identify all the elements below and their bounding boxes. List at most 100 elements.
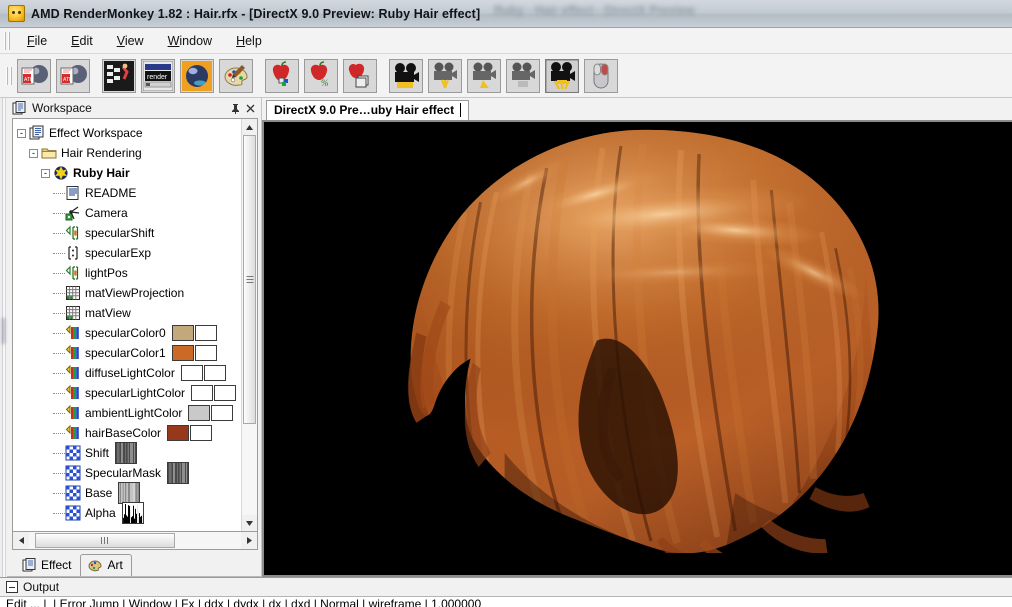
tree-horizontal-scrollbar[interactable]: [12, 532, 258, 550]
color-swatch-alt[interactable]: [203, 365, 226, 381]
color-icon: [65, 325, 79, 339]
matrix-icon: [66, 286, 80, 300]
art-tab-icon: [88, 560, 102, 571]
close-panel-icon[interactable]: [243, 101, 258, 116]
copy-variable-button[interactable]: [343, 58, 377, 93]
camera-zoom-button[interactable]: [506, 58, 540, 93]
add-variable-button[interactable]: [265, 58, 299, 93]
edit-variable-button[interactable]: %: [304, 58, 338, 93]
color-swatch-alt[interactable]: [211, 405, 234, 421]
tree-node-base[interactable]: Base: [17, 482, 241, 504]
auto-hide-pin-icon[interactable]: [228, 101, 243, 116]
effect-tree-button[interactable]: [102, 58, 136, 93]
workspace-tree[interactable]: - Effect Workspace - Hair Rendering - Ruby…: [13, 119, 241, 531]
tree-node-effect-workspace[interactable]: - Effect Workspace: [17, 123, 241, 143]
tree-node-camera[interactable]: Camera: [17, 203, 241, 223]
output-log[interactable]: Edit ... |_| Error Jump | Window | Fx | …: [0, 596, 1012, 607]
tree-vertical-scrollbar[interactable]: [241, 119, 257, 531]
tree-node-label: Alpha: [85, 506, 116, 520]
new-effect-workspace-button[interactable]: ATI: [17, 58, 51, 93]
color-swatch[interactable]: [180, 365, 203, 381]
texture-icon: [65, 445, 81, 461]
mouse-mode-button[interactable]: [584, 58, 618, 93]
tree-node-shift[interactable]: Shift: [17, 442, 241, 464]
color-swatch-alt[interactable]: [194, 325, 217, 341]
open-effect-workspace-button[interactable]: ATI: [56, 58, 90, 93]
readme-icon: [66, 186, 79, 200]
camera-pan-button[interactable]: [467, 58, 501, 93]
color-swatch-alt[interactable]: [190, 425, 213, 441]
tab-art-label: Art: [107, 558, 123, 572]
color-swatch[interactable]: [191, 385, 214, 401]
scroll-up-arrow[interactable]: [242, 119, 257, 135]
tree-node-specularmask[interactable]: SpecularMask: [17, 462, 241, 484]
menu-help[interactable]: Help: [224, 30, 274, 52]
shaded-sphere-button[interactable]: [180, 58, 214, 93]
tree-node-specularcolor1[interactable]: specularColor1: [17, 343, 241, 363]
tree-node-lightpos[interactable]: lightPos: [17, 263, 241, 283]
left-splitter[interactable]: [0, 98, 7, 577]
tab-art[interactable]: Art: [80, 554, 132, 576]
tree-node-specularexp[interactable]: specularExp: [17, 243, 241, 263]
texture-thumbnail[interactable]: [118, 482, 141, 504]
tree-node-label: specularExp: [85, 246, 152, 260]
color-swatch-alt[interactable]: [214, 385, 237, 401]
preview-viewport[interactable]: [262, 120, 1012, 577]
tree-expander[interactable]: -: [41, 168, 50, 178]
tree-node-hair-rendering[interactable]: - Hair Rendering: [17, 143, 241, 163]
tree-node-specularshift[interactable]: specularShift: [17, 223, 241, 243]
workspace-icon: [29, 125, 44, 140]
menu-edit[interactable]: Edit: [59, 30, 105, 52]
color-swatch[interactable]: [188, 405, 211, 421]
color-swatch-alt[interactable]: [194, 345, 217, 361]
tree-node-matviewprojection[interactable]: matViewProjection: [17, 283, 241, 303]
camera-orbit-button[interactable]: [545, 58, 579, 93]
tree-node-label: hairBaseColor: [85, 426, 162, 440]
menu-file[interactable]: File: [15, 30, 59, 52]
menu-window[interactable]: Window: [156, 30, 224, 52]
tab-effect[interactable]: Effect: [15, 554, 80, 576]
texture-thumbnail[interactable]: [121, 502, 144, 524]
hscroll-left-arrow[interactable]: [13, 532, 29, 549]
color-swatch[interactable]: [167, 425, 190, 441]
tree-expander[interactable]: -: [17, 128, 26, 138]
menu-view[interactable]: View: [105, 30, 156, 52]
render-window-button[interactable]: render: [141, 58, 175, 93]
tree-node-alpha[interactable]: Alpha: [17, 502, 241, 524]
toolbar-grip[interactable]: [6, 66, 13, 85]
workspace-tree-container: - Effect Workspace - Hair Rendering - Ruby…: [12, 118, 258, 532]
ruby-hair-render: [264, 122, 1012, 554]
color-swatch[interactable]: [171, 345, 194, 361]
palette-button[interactable]: [219, 58, 253, 93]
camera-button[interactable]: [389, 58, 423, 93]
tree-node-label: matView: [85, 306, 131, 320]
texture-thumbnail[interactable]: [115, 442, 138, 464]
output-panel-title: Output: [23, 580, 60, 594]
tree-node-ambientlightcolor[interactable]: ambientLightColor: [17, 403, 241, 423]
tree-node-ruby-hair[interactable]: - Ruby Hair: [17, 163, 241, 183]
tree-node-hairbasecolor[interactable]: hairBaseColor: [17, 423, 241, 443]
hscroll-right-arrow[interactable]: [241, 532, 257, 549]
workspace-panel-header: Workspace: [7, 98, 261, 118]
camera-reset-button[interactable]: [428, 58, 462, 93]
tree-node-diffuselightcolor[interactable]: diffuseLightColor: [17, 363, 241, 383]
menu-bar: File Edit View Window Help: [0, 28, 1012, 54]
tree-node-readme[interactable]: README: [17, 183, 241, 203]
vscroll-track[interactable]: [242, 135, 257, 515]
tree-node-specularlightcolor[interactable]: specularLightColor: [17, 383, 241, 403]
tree-node-matview[interactable]: matView: [17, 303, 241, 323]
tree-expander[interactable]: -: [29, 148, 38, 158]
tab-directx-preview[interactable]: DirectX 9.0 Pre…uby Hair effect: [266, 100, 470, 120]
tree-node-specularcolor0[interactable]: specularColor0: [17, 323, 241, 343]
tree-node-label: SpecularMask: [85, 466, 162, 480]
color-icon: [65, 365, 79, 379]
hscroll-track[interactable]: [29, 532, 241, 549]
app-icon: [8, 5, 25, 22]
texture-thumbnail[interactable]: [167, 462, 190, 484]
scroll-down-arrow[interactable]: [242, 515, 257, 531]
vscroll-thumb[interactable]: [243, 135, 256, 424]
color-swatch[interactable]: [171, 325, 194, 341]
hscroll-thumb[interactable]: [35, 533, 175, 548]
main-toolbar: ATI ATI render %: [0, 54, 1012, 98]
menu-grip[interactable]: [4, 31, 11, 50]
